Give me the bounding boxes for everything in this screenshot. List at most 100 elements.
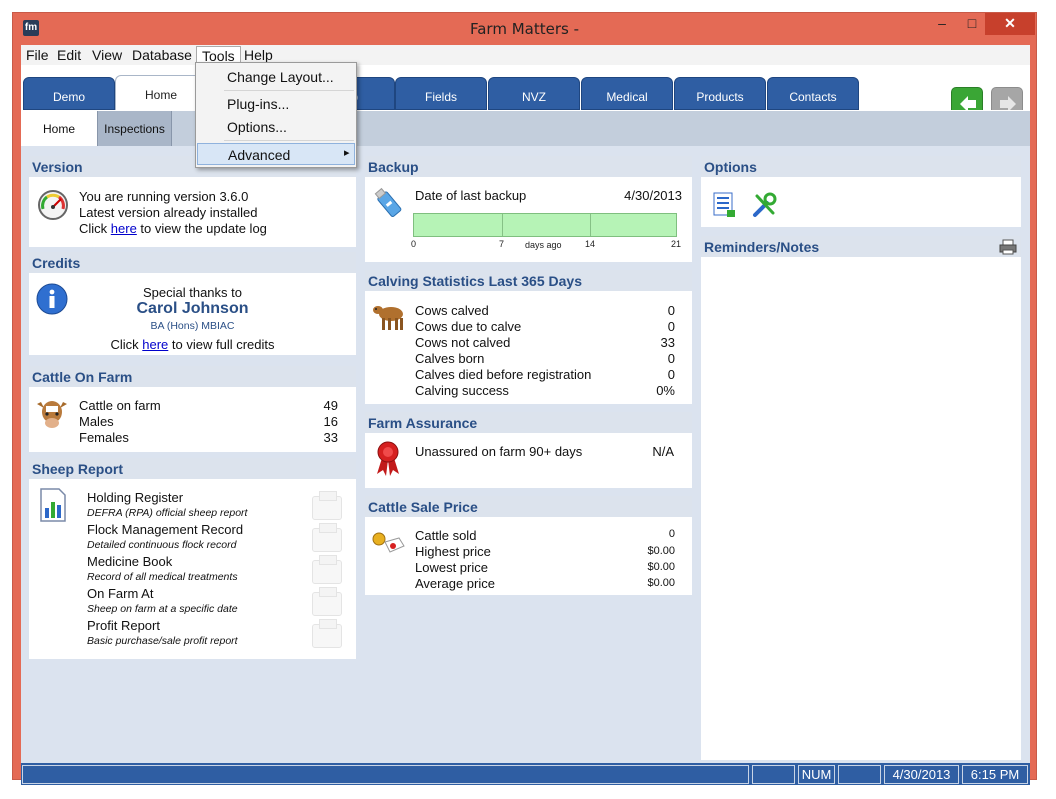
backup-axis-caption: days ago <box>525 240 562 250</box>
backup-age-bar <box>413 213 677 237</box>
tools-wrench-icon[interactable] <box>751 191 779 219</box>
sale-row-value: 0 <box>668 528 675 540</box>
print-icon[interactable] <box>999 239 1017 255</box>
calving-panel: Calving Statistics Last 365 Days Cows ca… <box>365 270 692 404</box>
backup-tick <box>590 214 591 236</box>
credits-link[interactable]: here <box>142 337 168 352</box>
status-caps <box>752 765 795 784</box>
tab-products[interactable]: Products <box>674 77 766 110</box>
backup-panel: Backup Date of last backup 4/30/2013 0 7… <box>365 156 692 262</box>
menu-edit[interactable]: Edit <box>52 46 86 65</box>
backup-header: Backup <box>365 156 692 178</box>
sale-row-value: $0.00 <box>647 577 675 589</box>
credits-link-prefix: Click <box>110 337 143 352</box>
minimize-button[interactable]: – <box>929 13 955 35</box>
calving-row-label: Calving success <box>415 383 509 398</box>
cattle-row-label: Females <box>79 430 129 445</box>
usb-drive-icon <box>374 187 402 217</box>
report-title[interactable]: Profit Report <box>87 618 160 633</box>
calving-row-value: 33 <box>660 335 675 350</box>
status-time: 6:15 PM <box>962 765 1028 784</box>
credits-link-line: Click here to view full credits <box>29 337 356 352</box>
subtab-home[interactable]: Home <box>21 111 97 146</box>
menu-separator <box>224 140 354 141</box>
sale-row-label: Average price <box>415 576 495 591</box>
cattle-row-value: 49 <box>323 398 338 413</box>
menu-item-options[interactable]: Options... <box>197 116 355 138</box>
assurance-header: Farm Assurance <box>365 412 692 434</box>
tab-home[interactable]: Home <box>115 75 207 110</box>
cattle-header: Cattle On Farm <box>29 366 356 388</box>
backup-tick <box>502 214 503 236</box>
tab-demo[interactable]: Demo <box>23 77 115 110</box>
menu-database[interactable]: Database <box>127 46 197 65</box>
print-icon[interactable] <box>312 619 342 648</box>
calving-row-value: 0 <box>667 351 675 366</box>
menu-item-advanced[interactable]: Advanced <box>197 143 355 165</box>
sale-row-label: Lowest price <box>415 560 488 575</box>
menu-item-plugins[interactable]: Plug-ins... <box>197 93 355 115</box>
backup-axis-tick: 21 <box>671 239 682 249</box>
calf-icon <box>373 306 403 330</box>
assurance-panel: Farm Assurance Unassured on farm 90+ day… <box>365 412 692 488</box>
reminders-panel: Reminders/Notes <box>701 236 1021 760</box>
backup-axis-tick: 14 <box>585 239 596 249</box>
gauge-icon <box>38 190 68 220</box>
calving-row-value: 0 <box>667 303 675 318</box>
tab-contacts[interactable]: Contacts <box>767 77 859 110</box>
document-list-icon[interactable] <box>713 192 737 218</box>
version-log-prefix: Click <box>79 221 111 236</box>
report-title[interactable]: On Farm At <box>87 586 153 601</box>
print-icon[interactable] <box>312 523 342 552</box>
version-status: Latest version already installed <box>79 205 258 220</box>
print-icon[interactable] <box>312 491 342 520</box>
menu-file[interactable]: File <box>21 46 54 65</box>
sale-panel: Cattle Sale Price Cattle sold 0 Highest … <box>365 496 692 595</box>
tab-nvz[interactable]: NVZ <box>488 77 580 110</box>
report-subtitle: DEFRA (RPA) official sheep report <box>87 507 248 519</box>
report-subtitle: Basic purchase/sale profit report <box>87 635 238 647</box>
report-title[interactable]: Flock Management Record <box>87 522 243 537</box>
report-chart-icon <box>40 488 66 522</box>
window-title: Farm Matters - <box>469 20 579 38</box>
report-title[interactable]: Medicine Book <box>87 554 172 569</box>
menu-item-change-layout[interactable]: Change Layout... <box>197 66 355 88</box>
maximize-button[interactable]: □ <box>959 13 985 35</box>
sale-tag-icon <box>372 532 405 553</box>
sale-row-label: Highest price <box>415 544 491 559</box>
print-icon[interactable] <box>312 555 342 584</box>
status-date: 4/30/2013 <box>884 765 959 784</box>
report-subtitle: Record of all medical treatments <box>87 571 238 583</box>
tab-medical[interactable]: Medical <box>581 77 673 110</box>
tab-fields[interactable]: Fields <box>395 77 487 110</box>
title-bar[interactable]: fm Farm Matters - – □ ✕ <box>13 13 1036 45</box>
credits-link-suffix: to view full credits <box>168 337 275 352</box>
version-log-line: Click here to view the update log <box>79 221 267 236</box>
report-title[interactable]: Holding Register <box>87 490 183 505</box>
sale-row-value: $0.00 <box>647 545 675 557</box>
calving-row-label: Cows not calved <box>415 335 511 350</box>
backup-axis-tick: 7 <box>499 239 505 249</box>
status-num: NUM <box>798 765 835 784</box>
sale-row-label: Cattle sold <box>415 528 477 543</box>
cattle-panel: Cattle On Farm Cattle on farm 49 Males 1… <box>29 366 356 452</box>
credits-panel: Credits Special thanks to Carol Johnson … <box>29 252 356 355</box>
version-panel: Version You are running version 3.6.0 La… <box>29 156 356 247</box>
cattle-row-value: 33 <box>323 430 338 445</box>
update-log-link[interactable]: here <box>111 221 137 236</box>
assurance-label: Unassured on farm 90+ days <box>415 444 583 459</box>
cattle-row-label: Males <box>79 414 114 429</box>
status-scroll <box>838 765 881 784</box>
app-window: fm Farm Matters - – □ ✕ File Edit View D… <box>12 12 1037 785</box>
version-running: You are running version 3.6.0 <box>79 189 249 204</box>
close-button[interactable]: ✕ <box>985 13 1035 35</box>
options-header: Options <box>701 156 1021 178</box>
main-tabstrip: Demo Home p Fields NVZ Medical Products … <box>21 65 1030 119</box>
sub-tabstrip: Home Inspections <box>21 110 1030 146</box>
sale-header: Cattle Sale Price <box>365 496 692 518</box>
print-icon[interactable] <box>312 587 342 616</box>
calving-row-label: Cows calved <box>415 303 489 318</box>
menu-view[interactable]: View <box>87 46 127 65</box>
subtab-inspections[interactable]: Inspections <box>97 111 172 146</box>
cattle-row-label: Cattle on farm <box>79 398 161 413</box>
